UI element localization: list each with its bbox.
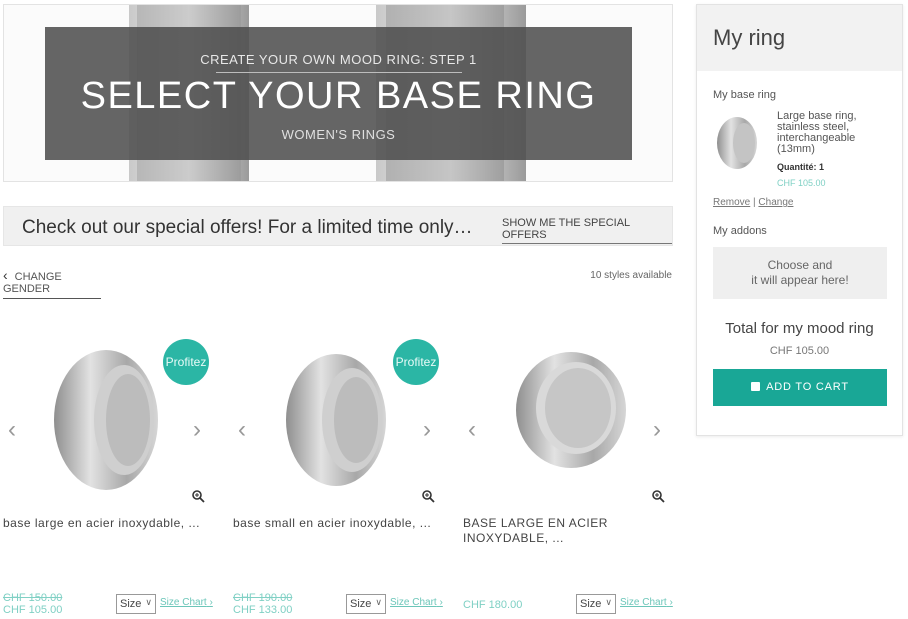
my-ring-panel: My ring My base ring Large base ring, st…: [696, 4, 903, 436]
product-price: CHF 133.00: [233, 604, 293, 616]
addons-placeholder: Choose and it will appear here!: [713, 247, 887, 299]
styles-available-count: 10 styles available: [590, 270, 672, 281]
add-to-cart-label: ADD TO CART: [766, 381, 849, 393]
change-gender-link[interactable]: ‹ CHANGE GENDER: [3, 267, 101, 299]
zoom-icon[interactable]: [191, 489, 205, 503]
size-select-label: Size: [120, 598, 142, 610]
size-chart-label: Size Chart: [160, 597, 207, 608]
chevron-right-icon: ›: [669, 597, 673, 608]
chevron-right-icon: ›: [439, 597, 443, 608]
product-old-price: CHF 190.00: [233, 592, 293, 604]
hero-banner: CREATE YOUR OWN MOOD RING: STEP 1 SELECT…: [3, 4, 673, 182]
product-price: CHF 180.00: [463, 599, 523, 611]
base-ring-actions: Remove | Change: [713, 197, 793, 208]
chevron-right-icon[interactable]: ›: [193, 416, 201, 444]
size-chart-label: Size Chart: [390, 597, 437, 608]
special-offers-link[interactable]: SHOW ME THE SPECIAL OFFERS: [502, 217, 672, 244]
page-title: SELECT YOUR BASE RING: [80, 75, 597, 117]
shopping-bag-icon: [751, 382, 761, 391]
total-value: CHF 105.00: [769, 345, 830, 357]
hero-divider: [215, 72, 462, 73]
size-chart-label: Size Chart: [620, 597, 667, 608]
base-ring-name: Large base ring, stainless steel, interc…: [777, 110, 857, 155]
change-link[interactable]: Change: [758, 197, 793, 208]
my-ring-title: My ring: [697, 5, 902, 71]
product-card[interactable]: Profitez ‹ › base large en acier inoxyda…: [3, 330, 213, 619]
change-gender-label: CHANGE GENDER: [3, 271, 62, 295]
hero-overlay: CREATE YOUR OWN MOOD RING: STEP 1 SELECT…: [45, 27, 632, 160]
product-image[interactable]: [266, 330, 411, 510]
base-ring-price: CHF 105.00: [777, 178, 826, 188]
zoom-icon[interactable]: [421, 489, 435, 503]
chevron-left-icon[interactable]: ‹: [8, 416, 16, 444]
chevron-right-icon[interactable]: ›: [653, 416, 661, 444]
base-ring-quantity: Quantité: 1: [777, 162, 825, 172]
chevron-down-icon: ∨: [605, 597, 612, 607]
special-offers-text: Check out our special offers! For a limi…: [22, 217, 473, 238]
size-select-label: Size: [580, 598, 602, 610]
hero-subtitle: WOMEN'S RINGS: [281, 127, 396, 142]
promo-badge: Profitez: [393, 339, 439, 385]
chevron-down-icon: ∨: [145, 597, 152, 607]
base-ring-thumbnail: [713, 113, 765, 173]
actions-separator: |: [753, 197, 756, 208]
chevron-right-icon: ›: [209, 597, 213, 608]
size-select[interactable]: Size ∨: [576, 594, 616, 614]
product-name[interactable]: base large en acier inoxydable, ...: [3, 516, 213, 531]
base-ring-label: My base ring: [713, 89, 776, 101]
special-offers-bar: Check out our special offers! For a limi…: [3, 206, 673, 246]
product-card[interactable]: Profitez ‹ › base small en acier inoxyda…: [233, 330, 443, 619]
chevron-left-icon: ‹: [3, 267, 8, 283]
chevron-left-icon[interactable]: ‹: [468, 416, 476, 444]
product-image[interactable]: [496, 330, 641, 510]
addons-placeholder-line1: Choose and: [767, 258, 833, 272]
size-select-label: Size: [350, 598, 372, 610]
chevron-left-icon[interactable]: ‹: [238, 416, 246, 444]
size-chart-link[interactable]: Size Chart ›: [390, 597, 443, 608]
product-old-price: CHF 150.00: [3, 592, 63, 604]
chevron-right-icon[interactable]: ›: [423, 416, 431, 444]
size-select[interactable]: Size ∨: [116, 594, 156, 614]
addons-label: My addons: [713, 225, 767, 237]
remove-link[interactable]: Remove: [713, 197, 750, 208]
product-image[interactable]: [36, 330, 181, 510]
addons-placeholder-line2: it will appear here!: [751, 273, 849, 287]
size-select[interactable]: Size ∨: [346, 594, 386, 614]
product-name[interactable]: base small en acier inoxydable, ...: [233, 516, 443, 531]
product-price: CHF 105.00: [3, 604, 63, 616]
promo-badge: Profitez: [163, 339, 209, 385]
chevron-down-icon: ∨: [375, 597, 382, 607]
hero-step-text: CREATE YOUR OWN MOOD RING: STEP 1: [200, 52, 477, 67]
size-chart-link[interactable]: Size Chart ›: [160, 597, 213, 608]
size-chart-link[interactable]: Size Chart ›: [620, 597, 673, 608]
zoom-icon[interactable]: [651, 489, 665, 503]
product-name[interactable]: BASE LARGE EN ACIER INOXYDABLE, ...: [463, 516, 673, 546]
add-to-cart-button[interactable]: ADD TO CART: [713, 369, 887, 406]
total-label: Total for my mood ring: [725, 320, 874, 337]
product-card[interactable]: ‹ › BASE LARGE EN ACIER INOXYDABLE, ... …: [463, 330, 673, 619]
